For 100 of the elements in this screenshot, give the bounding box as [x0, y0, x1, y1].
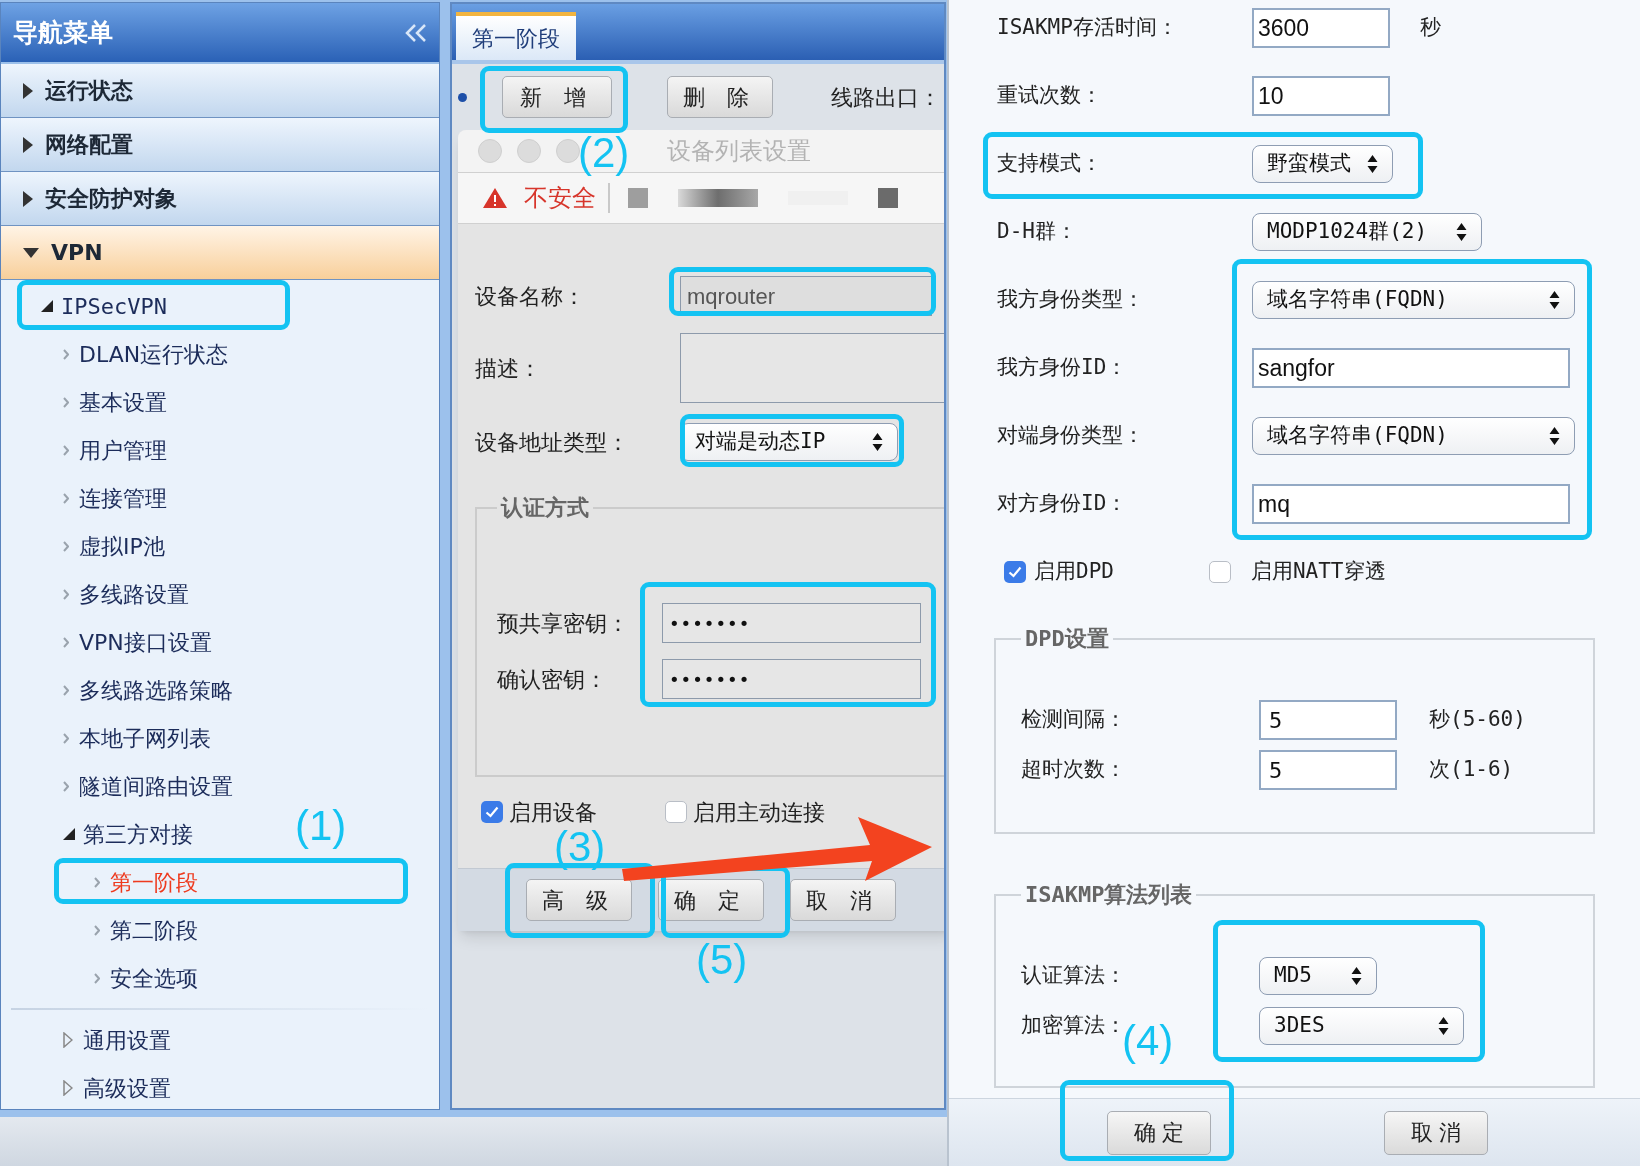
tree-item[interactable]: 安全选项 [1, 954, 202, 1002]
checkbox-label: 启用DPD [1034, 558, 1114, 586]
number-field[interactable]: 5 [1259, 750, 1397, 790]
dialog-button[interactable]: 确 定 [658, 879, 764, 921]
tree-folder[interactable]: 第三方对接 [1, 810, 197, 858]
tree-item[interactable]: 第一阶段 [1, 858, 202, 906]
updown-icon [1549, 290, 1560, 310]
number-field[interactable]: 5 [1259, 700, 1397, 740]
chevron-right-icon [63, 588, 69, 600]
caret-right-icon [23, 82, 33, 99]
tree-item[interactable]: VPN接口设置 [1, 618, 216, 666]
tree-item[interactable]: DLAN运行状态 [1, 330, 233, 378]
tab[interactable]: 第一阶段 [456, 12, 576, 60]
description-field[interactable] [680, 333, 944, 403]
warning-icon [482, 187, 508, 209]
checkbox[interactable] [1004, 561, 1026, 583]
tree-item[interactable]: 本地子网列表 [1, 714, 215, 762]
caret-right-icon [63, 1032, 73, 1048]
caret-expanded-icon [63, 828, 75, 840]
algorithm-select[interactable]: MD5 [1259, 957, 1377, 995]
unit-label: 秒 [1420, 14, 1441, 42]
field-label: 设备地址类型： [475, 428, 630, 457]
window-control-icon[interactable] [517, 139, 541, 163]
checkbox-label: 启用主动连接 [693, 798, 825, 827]
chevron-right-icon [63, 684, 69, 696]
dialog-title: 设备列表设置 [667, 136, 811, 167]
tree-item[interactable]: 多线路设置 [1, 570, 193, 618]
algorithm-select[interactable]: 3DES [1259, 1007, 1464, 1045]
chevron-right-icon [63, 636, 69, 648]
field-label: 预共享密钥： [497, 609, 630, 638]
option-select[interactable]: 域名字符串(FQDN) [1252, 281, 1575, 319]
field-label: 设备名称： [475, 282, 586, 311]
updown-icon [1438, 1016, 1449, 1036]
password-field[interactable]: ••••••• [662, 603, 921, 643]
dialog-button[interactable]: 高 级 [526, 879, 632, 921]
tree-item[interactable]: 用户管理 [1, 426, 171, 474]
tree-folder[interactable]: 通用设置 [1, 1016, 175, 1064]
dialog-button[interactable]: 取 消 [1384, 1110, 1488, 1155]
option-select[interactable]: 野蛮模式 [1252, 145, 1393, 183]
chevron-right-icon [63, 540, 69, 552]
tree-item[interactable]: 连接管理 [1, 474, 171, 522]
line-exit-label: 线路出口： [831, 83, 941, 112]
bullet-icon [458, 92, 467, 102]
text-field[interactable]: 10 [1252, 76, 1390, 116]
field-label: 我方身份ID： [997, 354, 1129, 382]
option-select[interactable]: MODP1024群(2) [1252, 213, 1482, 251]
password-field[interactable]: ••••••• [662, 659, 921, 699]
tree-item[interactable]: 基本设置 [1, 378, 171, 426]
add-button[interactable]: 新 增 [502, 76, 612, 118]
field-label: 超时次数： [1021, 756, 1127, 784]
field-label: 认证算法： [1021, 962, 1127, 990]
window-control-icon[interactable] [556, 139, 580, 163]
tree-item[interactable]: 虚拟IP池 [1, 522, 169, 570]
field-label: 我方身份类型： [997, 286, 1145, 314]
window-control-icon[interactable] [478, 139, 502, 163]
checkbox-label: 启用设备 [509, 798, 597, 827]
menu-section[interactable]: 安全防护对象 [1, 172, 439, 226]
text-field[interactable]: 3600 [1252, 8, 1390, 48]
caret-down-icon [23, 247, 39, 258]
tree-item[interactable]: 第二阶段 [1, 906, 202, 954]
menu-section[interactable]: 网络配置 [1, 118, 439, 172]
updown-icon [872, 432, 883, 452]
option-select[interactable]: 域名字符串(FQDN) [1252, 417, 1575, 455]
checkbox[interactable] [665, 801, 687, 823]
chevron-right-icon [94, 972, 100, 984]
chevron-right-icon [63, 780, 69, 792]
fieldset-legend: ISAKMP算法列表 [1021, 878, 1197, 911]
security-warning: 不安全 [524, 183, 596, 214]
fieldset-legend: DPD设置 [1021, 622, 1113, 655]
field-label: D-H群： [997, 218, 1078, 246]
chevron-right-icon [63, 732, 69, 744]
unit-label: 次(1-6) [1429, 756, 1514, 784]
menu-section[interactable]: 运行状态 [1, 64, 439, 118]
chevron-right-icon [94, 924, 100, 936]
unit-label: 秒(5-60) [1429, 706, 1526, 734]
updown-icon [1549, 426, 1560, 446]
checkmark-icon [1008, 566, 1022, 578]
chevron-right-icon [63, 348, 69, 360]
step-number: (2) [578, 132, 630, 174]
checkbox-label: 启用NATT穿透 [1250, 558, 1386, 586]
dialog-button[interactable]: 取 消 [790, 879, 896, 921]
updown-icon [1456, 222, 1467, 242]
field-label: 对端身份类型： [997, 422, 1145, 450]
collapse-icon[interactable] [405, 23, 427, 42]
field-label: 对方身份ID： [997, 490, 1129, 518]
checkmark-icon [485, 806, 499, 818]
tree-item[interactable]: 多线路选路策略 [1, 666, 237, 714]
dialog-button[interactable]: 确 定 [1107, 1110, 1211, 1155]
chevron-right-icon [63, 396, 69, 408]
text-field[interactable]: mq [1252, 484, 1570, 524]
chevron-right-icon [94, 876, 100, 888]
delete-button[interactable]: 删 除 [667, 76, 773, 118]
checkbox[interactable] [1208, 561, 1231, 583]
checkbox[interactable] [481, 801, 503, 823]
tree-folder[interactable]: IPSecVPN [1, 282, 171, 330]
text-field[interactable]: sangfor [1252, 348, 1570, 388]
tree-item[interactable]: 隧道间路由设置 [1, 762, 237, 810]
tree-folder[interactable]: 高级设置 [1, 1064, 175, 1109]
menu-section[interactable]: VPN [1, 226, 439, 280]
field-label: ISAKMP存活时间： [997, 14, 1179, 42]
